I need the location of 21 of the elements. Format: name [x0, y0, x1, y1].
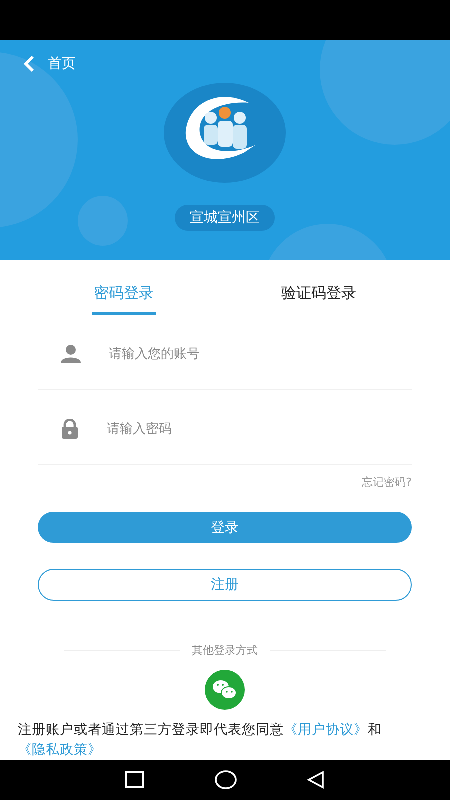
login-tab[interactable]: 密码登录: [92, 260, 156, 315]
triangle-icon[interactable]: [307, 771, 325, 789]
input-field[interactable]: 请输入您的账号: [107, 346, 412, 362]
back-button[interactable]: 首页: [22, 55, 76, 73]
chevron-left-icon: [22, 55, 36, 73]
login-button[interactable]: 登录: [38, 512, 412, 544]
chat-bubbles-icon[interactable]: [205, 670, 245, 710]
register-button[interactable]: 注册: [38, 569, 412, 601]
lock-icon: [60, 419, 80, 439]
circle-icon[interactable]: [215, 770, 237, 790]
logo-icon: [164, 83, 286, 183]
login-tab[interactable]: 验证码登录: [279, 260, 358, 315]
forgot-password-link[interactable]: 忘记密码?: [362, 475, 412, 490]
other-login-label: 其他登录方式: [192, 643, 258, 658]
input-field[interactable]: 请输入密码: [105, 420, 412, 438]
user-icon: [60, 344, 82, 364]
user-agreement-link[interactable]: 《用户协议》: [284, 722, 368, 738]
square-icon[interactable]: [125, 771, 145, 789]
agreement-text: 注册账户或者通过第三方登录即代表您同意《用户协议》和 《隐私政策》: [18, 721, 383, 760]
privacy-policy-link[interactable]: 《隐私政策》: [18, 742, 102, 758]
region-label: 宣城宣州区: [175, 205, 275, 231]
